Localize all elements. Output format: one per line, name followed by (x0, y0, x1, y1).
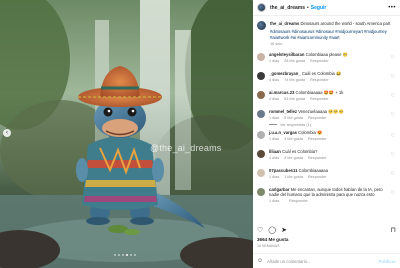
reply-button[interactable]: Responder (308, 156, 327, 161)
avatar[interactable] (257, 130, 265, 139)
comment-time: 1 dias (269, 136, 280, 141)
add-comment-bar: ☺ Publicar (253, 253, 400, 268)
comment-username[interactable]: rommel_tellez (269, 109, 297, 114)
comment-row: 07pascubes11 Colombiaaaaaa 1 dias 1 Me gus… (257, 168, 396, 185)
carousel-dot (130, 254, 132, 256)
comment-text: Venezuelaaaaa 🥺🥺🥺 (298, 108, 344, 114)
carousel-prev-icon[interactable]: ‹ (3, 129, 11, 137)
reply-button[interactable]: Responder (289, 199, 308, 204)
comment-row: angelsteysilbaran Colombiaaa please 🥺 1 d… (257, 52, 396, 69)
comments-list[interactable]: the_ai_dreams Dinosaurs around the world… (253, 17, 400, 224)
reply-button[interactable]: Responder (310, 78, 329, 83)
carousel-dot (134, 254, 136, 256)
comment-username[interactable]: ai.marcus.23 (269, 90, 294, 95)
comment-row: rommel_tellez Venezuelaaaaa 🥺🥺🥺 1 dias 5 M… (257, 109, 396, 126)
comment-username[interactable]: angelsteysilbaran (269, 52, 304, 57)
dinosaur-illustration (0, 0, 253, 268)
comment-row: liliaan Cuál es Colombia? 4 dias 3 Me gust… (257, 149, 396, 166)
post-image: ‹ @the_ai_dreams (0, 0, 253, 268)
image-watermark: @the_ai_dreams (150, 143, 222, 153)
post-header: the_ai_dreams • Seguir ••• (253, 0, 400, 16)
comment-likes[interactable]: 53 Me gusta (284, 97, 305, 102)
carousel-indicator (114, 254, 136, 256)
comment-text: Colombiaaa please 🥺 (305, 51, 348, 57)
bookmark-icon[interactable]: ⊓ (391, 227, 396, 235)
comment-row: j.u.a.n_vargas Colombia 😍 1 dias 3 Me gust… (257, 130, 396, 147)
reply-button[interactable]: Responder (310, 59, 329, 64)
caption-text: Dinosaurs around the world - south Ameri… (300, 21, 391, 26)
post-sidebar: the_ai_dreams • Seguir ••• the_ai_dreams… (253, 0, 400, 268)
comment-time: 1 dias (269, 58, 280, 63)
heart-icon[interactable]: ♡ (391, 93, 395, 99)
reply-button[interactable]: Responder (308, 137, 327, 142)
username-link[interactable]: the_ai_dreams (270, 5, 305, 11)
comment-input[interactable] (267, 258, 373, 264)
smiley-icon[interactable]: ☺ (257, 258, 263, 264)
caption-username[interactable]: the_ai_dreams (270, 21, 299, 26)
avatar[interactable] (257, 90, 265, 99)
post-caption: the_ai_dreams Dinosaurs around the world… (257, 17, 396, 48)
comment-text: Colombiaaaaa 🤩🤩 + 1k (295, 89, 344, 95)
heart-icon[interactable]: ♡ (391, 55, 395, 61)
heart-icon[interactable]: ♡ (257, 227, 263, 235)
heart-icon[interactable]: ♡ (391, 190, 395, 196)
comment-text: Colombiaaaaaa (298, 167, 328, 173)
comment-username[interactable]: liliaan (269, 149, 281, 154)
send-icon[interactable]: ➤ (281, 227, 287, 235)
comment-time: 4 dias (269, 155, 280, 160)
comment-icon[interactable]: ◯ (268, 227, 276, 235)
avatar[interactable] (257, 109, 265, 118)
caption-time: 16 sem (270, 42, 283, 47)
carousel-dot (122, 254, 124, 256)
instagram-post-modal: ‹ @the_ai_dreams the_ai_dreams • Seguir … (0, 0, 400, 268)
post-actions: ♡ ◯ ➤ ⊓ (253, 226, 400, 236)
follow-button[interactable]: Seguir (311, 5, 327, 11)
comment-username[interactable]: 07pascubes11 (269, 168, 297, 173)
comment-time: 4 dias (269, 96, 280, 101)
more-horizontal-icon[interactable]: ••• (388, 5, 396, 11)
heart-icon[interactable]: ♡ (391, 152, 395, 158)
avatar[interactable] (257, 71, 265, 80)
carousel-dot (118, 254, 120, 256)
comment-likes[interactable]: 5 Me gusta (284, 116, 303, 121)
comment-likes[interactable]: 3 Me gusta (284, 156, 303, 161)
comment-likes[interactable]: 28 Me gusta (284, 59, 305, 64)
heart-icon[interactable]: ♡ (391, 171, 395, 177)
comment-row: carlgarbar Me encantan, aunque todos hab… (257, 187, 396, 204)
comment-text: Colombia 😍 (298, 129, 323, 135)
avatar[interactable] (257, 21, 266, 30)
comment-time: 1 dias (269, 115, 280, 120)
comment-text: Cuál es Colombia 😂 (301, 70, 342, 76)
carousel-dot (114, 254, 116, 256)
reply-button[interactable]: Responder (310, 97, 329, 102)
heart-icon[interactable]: ♡ (391, 112, 395, 118)
post-age: 16 SEMANAS (257, 244, 280, 248)
carousel-dot (126, 254, 128, 256)
avatar[interactable] (257, 52, 265, 61)
comment-time: 4 dias (269, 77, 280, 82)
comment-text: Cuál es Colombia? (282, 148, 318, 154)
comment-username[interactable]: j.u.a.n_vargas (269, 130, 297, 135)
avatar[interactable] (257, 3, 266, 12)
comment-username[interactable]: _gomezbrayan_ (269, 71, 301, 76)
separator: • (307, 4, 309, 11)
publish-button[interactable]: Publicar (379, 259, 396, 264)
comment-time: 1 dias (269, 199, 280, 204)
heart-icon[interactable]: ♡ (391, 74, 395, 80)
avatar[interactable] (257, 187, 265, 196)
reply-button[interactable]: Responder (308, 175, 327, 180)
comment-row: _gomezbrayan_ Cuál es Colombia 😂 4 dias 74… (257, 71, 396, 88)
likes-count[interactable]: 3664 Me gusta (257, 237, 288, 242)
comment-row: ai.marcus.23 Colombiaaaaa 🤩🤩 + 1k 4 dias 5… (257, 90, 396, 107)
comment-likes[interactable]: 74 Me gusta (284, 78, 305, 83)
caption-hashtags[interactable]: #dinosaurs #dinosaurus #dinosaur #midjou… (270, 29, 394, 40)
comment-likes[interactable]: 3 Me gusta (284, 137, 303, 142)
avatar[interactable] (257, 168, 265, 177)
avatar[interactable] (257, 149, 265, 158)
comment-time: 1 dias (269, 174, 280, 179)
heart-icon[interactable]: ♡ (391, 133, 395, 139)
reply-button[interactable]: Responder (308, 116, 327, 121)
comment-likes[interactable]: 1 Me gusta (284, 175, 303, 180)
